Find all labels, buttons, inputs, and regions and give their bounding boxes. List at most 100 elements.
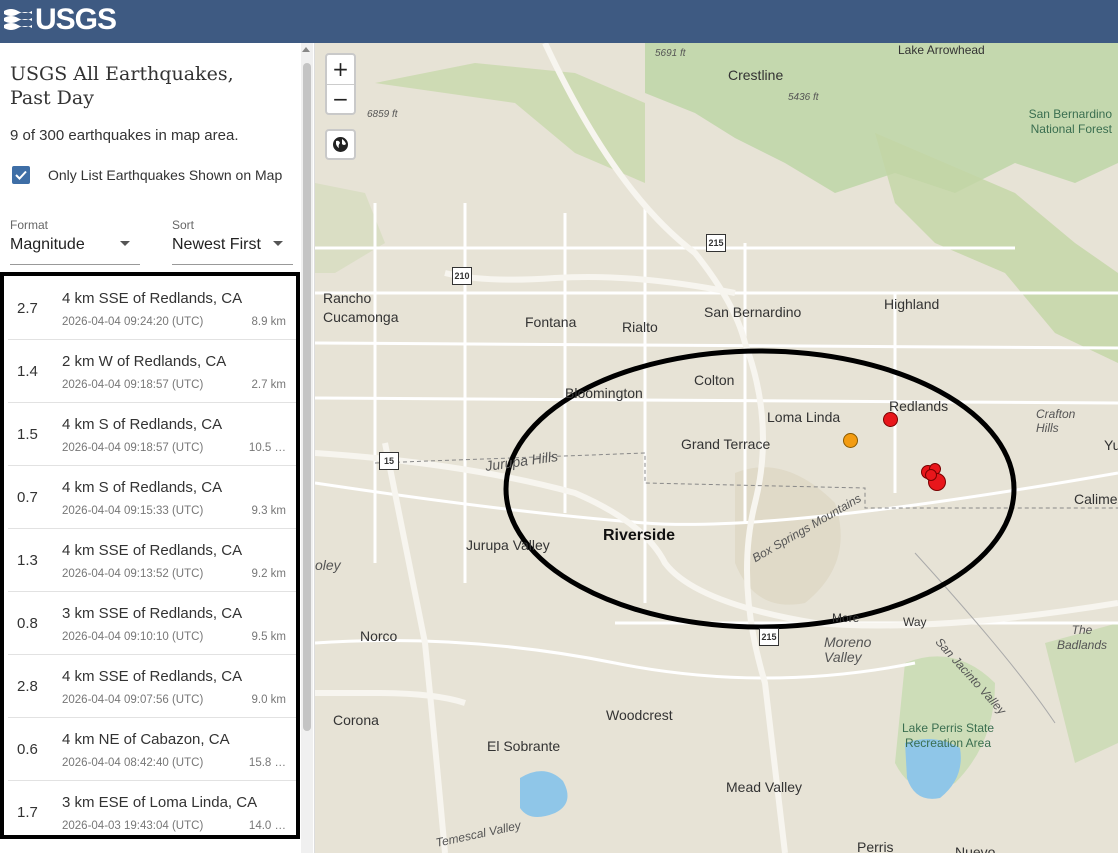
depth: 2.7 km <box>251 379 286 391</box>
sort-value: Newest First <box>172 236 261 253</box>
place-label: Grand Terrace <box>681 436 771 452</box>
only-list-shown-toggle[interactable]: Only List Earthquakes Shown on Map <box>12 166 282 184</box>
zoom-control: + − <box>325 53 356 115</box>
usgs-logo[interactable]: USGS <box>4 3 117 36</box>
highway-shield: 215 <box>759 628 779 646</box>
place-label: Norco <box>360 628 398 644</box>
place-label: San Bernardino National Forest <box>1028 107 1112 136</box>
place-label: Rialto <box>622 319 658 335</box>
place-label: Colton <box>694 372 735 388</box>
earthquake-list-item[interactable]: 1.5 4 km S of Redlands, CA 2026-04-04 09… <box>8 402 296 466</box>
map[interactable]: + − Lake Arrowhead Crestline San Bernard… <box>315 43 1118 853</box>
place-label: Rancho Cucamonga <box>323 290 399 325</box>
place-label: Way <box>903 615 927 629</box>
place-label: Woodcrest <box>606 707 673 723</box>
place-label: Mead Valley <box>726 779 803 795</box>
depth: 9.2 km <box>251 568 286 580</box>
globe-icon <box>333 137 348 152</box>
elevation-label: 5691 ft <box>655 48 686 59</box>
chevron-down-icon <box>273 241 283 246</box>
magnitude: 1.3 <box>17 552 38 569</box>
location: 3 km ESE of Loma Linda, CA <box>62 794 258 811</box>
location: 4 km SSE of Redlands, CA <box>62 290 243 307</box>
depth: 9.0 km <box>251 694 286 706</box>
format-label: Format <box>10 218 49 232</box>
place-label: The Badlands <box>1056 623 1108 652</box>
magnitude: 0.7 <box>17 489 38 506</box>
location: 3 km SSE of Redlands, CA <box>62 605 243 622</box>
timestamp: 2026-04-04 09:18:57 (UTC) <box>62 442 204 454</box>
place-label: Corona <box>333 712 379 728</box>
place-label: Moreno Valley <box>824 634 872 665</box>
depth: 8.9 km <box>251 316 286 328</box>
place-label: San Bernardino <box>704 304 802 320</box>
timestamp: 2026-04-04 09:13:52 (UTC) <box>62 568 204 580</box>
earthquake-marker[interactable] <box>883 412 898 427</box>
earthquake-list-item[interactable]: 2.7 4 km SSE of Redlands, CA 2026-04-04 … <box>8 276 296 340</box>
earthquake-list-item[interactable]: 1.7 3 km ESE of Loma Linda, CA 2026-04-0… <box>8 780 296 835</box>
timestamp: 2026-04-04 09:10:10 (UTC) <box>62 631 204 643</box>
scrollbar-thumb[interactable] <box>303 63 311 731</box>
checkmark-icon <box>15 170 27 180</box>
earthquake-marker[interactable] <box>843 433 858 448</box>
earthquake-marker[interactable] <box>925 469 937 481</box>
location: 4 km S of Redlands, CA <box>62 416 223 433</box>
zoom-out-button[interactable]: − <box>327 85 354 113</box>
place-label: Bloomington <box>565 385 643 401</box>
timestamp: 2026-04-04 09:15:33 (UTC) <box>62 505 204 517</box>
place-label: Crestline <box>728 67 784 83</box>
earthquake-list-item[interactable]: 1.3 4 km SSE of Redlands, CA 2026-04-04 … <box>8 528 296 592</box>
earthquake-list-item[interactable]: 0.8 3 km SSE of Redlands, CA 2026-04-04 … <box>8 591 296 655</box>
location: 4 km SSE of Redlands, CA <box>62 542 243 559</box>
magnitude: 1.4 <box>17 363 38 380</box>
location: 4 km SSE of Redlands, CA <box>62 668 243 685</box>
magnitude: 1.7 <box>17 804 38 821</box>
place-label: Fontana <box>525 314 577 330</box>
highway-shield: 210 <box>452 267 472 285</box>
timestamp: 2026-04-04 09:24:20 (UTC) <box>62 316 204 328</box>
elevation-label: 6859 ft <box>367 109 398 120</box>
checkbox[interactable] <box>12 166 30 184</box>
magnitude: 0.6 <box>17 741 38 758</box>
zoom-in-button[interactable]: + <box>327 55 354 83</box>
usgs-wave-icon <box>4 9 32 30</box>
place-label: Riverside <box>603 527 676 544</box>
location: 2 km W of Redlands, CA <box>62 353 227 370</box>
place-label: Lake Perris State Recreation Area <box>901 721 995 750</box>
place-label: Calime <box>1074 491 1118 507</box>
timestamp: 2026-04-04 09:07:56 (UTC) <box>62 694 204 706</box>
earthquake-count: 9 of 300 earthquakes in map area. <box>10 127 239 144</box>
depth: 10.5 … <box>248 442 286 454</box>
basemap-button[interactable] <box>325 129 356 160</box>
depth: 14.0 … <box>248 820 286 832</box>
depth: 9.5 km <box>251 631 286 643</box>
page-title: USGS All Earthquakes, Past Day <box>10 63 234 109</box>
magnitude: 2.8 <box>17 678 38 695</box>
sort-dropdown[interactable]: Sort Newest First <box>172 215 293 265</box>
highway-shield: 215 <box>706 234 726 252</box>
place-label: Yu <box>1104 437 1118 453</box>
checkbox-label: Only List Earthquakes Shown on Map <box>48 167 283 183</box>
magnitude: 0.8 <box>17 615 38 632</box>
place-label: Highland <box>884 296 940 312</box>
place-label: El Sobrante <box>487 738 561 754</box>
format-dropdown[interactable]: Format Magnitude <box>10 215 140 265</box>
earthquake-list-item[interactable]: 0.7 4 km S of Redlands, CA 2026-04-04 09… <box>8 465 296 529</box>
timestamp: 2026-04-03 19:43:04 (UTC) <box>62 820 204 832</box>
place-label: Nuevo <box>955 844 996 853</box>
elevation-label: 5436 ft <box>788 92 819 103</box>
timestamp: 2026-04-04 09:18:57 (UTC) <box>62 379 204 391</box>
earthquake-list: 2.7 4 km SSE of Redlands, CA 2026-04-04 … <box>0 272 300 839</box>
header-bar: USGS <box>0 0 1118 43</box>
place-label: Crafton Hills <box>1036 407 1076 435</box>
earthquake-list-item[interactable]: 0.6 4 km NE of Cabazon, CA 2026-04-04 08… <box>8 717 296 781</box>
place-label: Redlands <box>889 398 949 414</box>
magnitude: 2.7 <box>17 300 38 317</box>
location: 4 km S of Redlands, CA <box>62 479 223 496</box>
format-value: Magnitude <box>10 236 85 253</box>
chevron-down-icon <box>120 241 130 246</box>
sort-label: Sort <box>172 218 195 232</box>
earthquake-list-item[interactable]: 2.8 4 km SSE of Redlands, CA 2026-04-04 … <box>8 654 296 718</box>
scroll-up-arrow-icon[interactable] <box>302 47 310 52</box>
earthquake-list-item[interactable]: 1.4 2 km W of Redlands, CA 2026-04-04 09… <box>8 339 296 403</box>
